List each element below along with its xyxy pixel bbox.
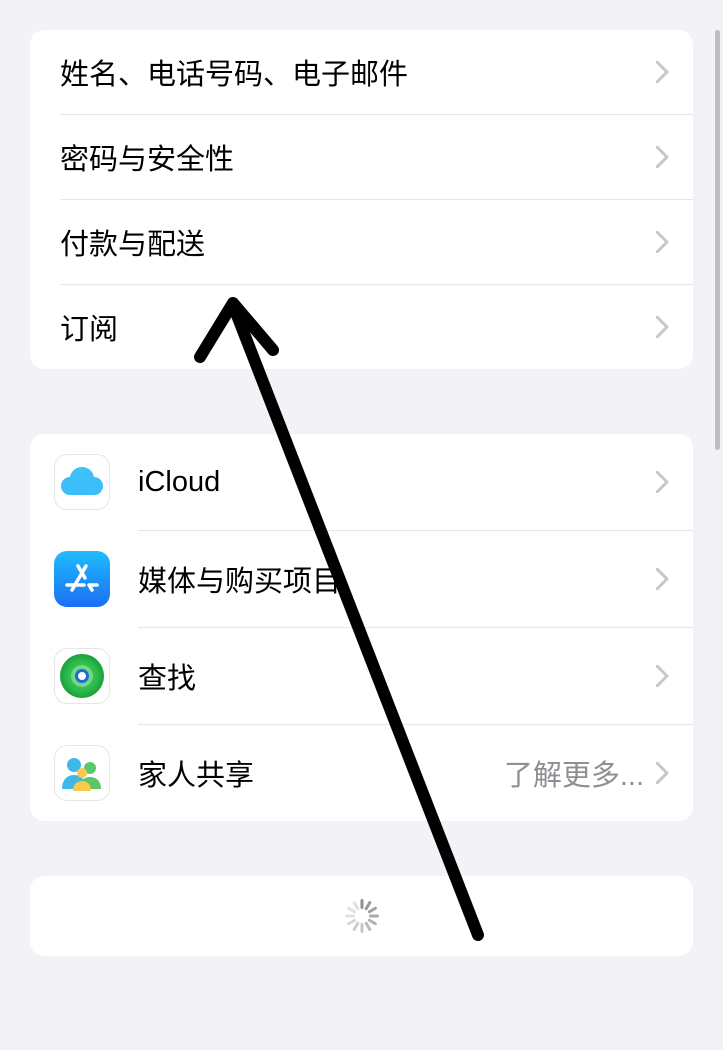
family-sharing-icon: [54, 745, 110, 801]
media-purchases-row[interactable]: 媒体与购买项目: [30, 531, 693, 627]
chevron-right-icon: [656, 471, 669, 493]
password-security-row[interactable]: 密码与安全性: [30, 115, 693, 199]
chevron-right-icon: [656, 231, 669, 253]
subscriptions-row[interactable]: 订阅: [30, 285, 693, 369]
row-label: iCloud: [138, 466, 656, 499]
family-sharing-row[interactable]: 家人共享 了解更多...: [30, 725, 693, 821]
icloud-icon: [54, 454, 110, 510]
row-label: 密码与安全性: [60, 136, 656, 178]
settings-container: 姓名、电话号码、电子邮件 密码与安全性 付款与配送 订阅: [0, 30, 723, 956]
row-label: 查找: [138, 655, 656, 697]
scrollbar[interactable]: [715, 30, 720, 450]
icloud-row[interactable]: iCloud: [30, 434, 693, 530]
chevron-right-icon: [656, 146, 669, 168]
find-my-row[interactable]: 查找: [30, 628, 693, 724]
account-section: 姓名、电话号码、电子邮件 密码与安全性 付款与配送 订阅: [30, 30, 693, 369]
loading-spinner-icon: [345, 899, 379, 933]
appstore-icon: [54, 551, 110, 607]
row-label: 姓名、电话号码、电子邮件: [60, 51, 656, 93]
row-label: 家人共享: [138, 752, 504, 794]
row-detail: 了解更多...: [504, 752, 644, 794]
services-section: iCloud 媒体与购买项目 查找: [30, 434, 693, 821]
chevron-right-icon: [656, 568, 669, 590]
chevron-right-icon: [656, 61, 669, 83]
name-phone-email-row[interactable]: 姓名、电话号码、电子邮件: [30, 30, 693, 114]
row-label: 付款与配送: [60, 221, 656, 263]
row-label: 订阅: [60, 306, 656, 348]
chevron-right-icon: [656, 316, 669, 338]
row-label: 媒体与购买项目: [138, 558, 656, 600]
chevron-right-icon: [656, 665, 669, 687]
chevron-right-icon: [656, 762, 669, 784]
loading-section: [30, 876, 693, 956]
payment-shipping-row[interactable]: 付款与配送: [30, 200, 693, 284]
findmy-icon: [54, 648, 110, 704]
